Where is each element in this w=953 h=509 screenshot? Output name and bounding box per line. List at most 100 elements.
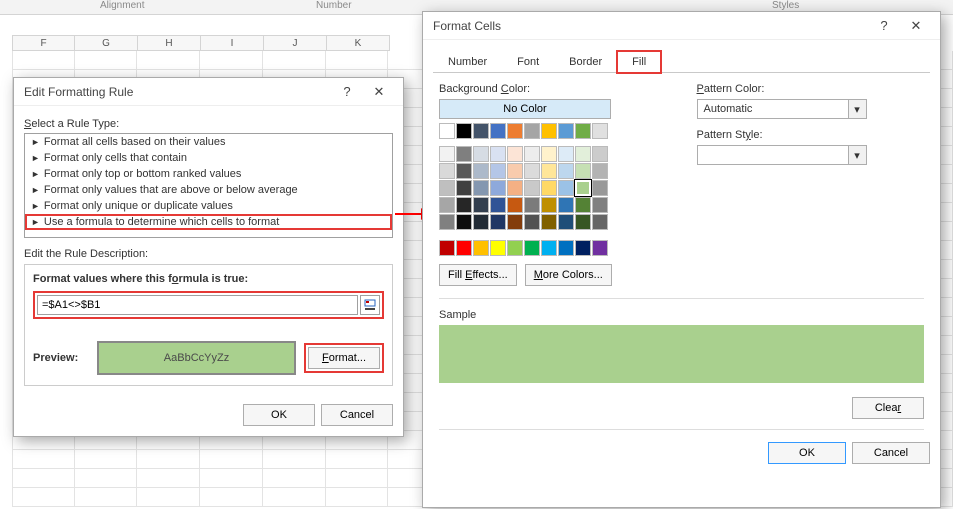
color-swatch[interactable]	[558, 163, 574, 179]
color-swatch[interactable]	[507, 146, 523, 162]
color-swatch[interactable]	[541, 163, 557, 179]
help-icon[interactable]: ?	[333, 79, 361, 105]
color-swatch[interactable]	[507, 214, 523, 230]
color-swatch[interactable]	[575, 214, 591, 230]
color-swatch[interactable]	[575, 180, 591, 196]
color-swatch[interactable]	[558, 214, 574, 230]
color-swatch[interactable]	[473, 123, 489, 139]
color-swatch[interactable]	[473, 180, 489, 196]
rule-type-item[interactable]: ►Format only values that are above or be…	[25, 182, 392, 198]
collapse-dialog-icon[interactable]	[360, 295, 380, 315]
color-swatch[interactable]	[439, 146, 455, 162]
color-swatch[interactable]	[558, 197, 574, 213]
color-swatch[interactable]	[541, 146, 557, 162]
color-swatch[interactable]	[456, 163, 472, 179]
color-swatch[interactable]	[541, 240, 557, 256]
color-swatch[interactable]	[439, 180, 455, 196]
color-swatch[interactable]	[490, 240, 506, 256]
format-button[interactable]: Format...	[308, 347, 380, 369]
color-swatch[interactable]	[592, 180, 608, 196]
column-header-I[interactable]: I	[201, 35, 264, 51]
color-swatch[interactable]	[558, 123, 574, 139]
cancel-button[interactable]: Cancel	[321, 404, 393, 426]
color-swatch[interactable]	[439, 197, 455, 213]
color-swatch[interactable]	[439, 240, 455, 256]
color-swatch[interactable]	[592, 146, 608, 162]
color-swatch[interactable]	[456, 240, 472, 256]
color-swatch[interactable]	[575, 146, 591, 162]
color-swatch[interactable]	[473, 146, 489, 162]
tab-font[interactable]: Font	[502, 51, 554, 73]
color-swatch[interactable]	[507, 240, 523, 256]
color-swatch[interactable]	[541, 214, 557, 230]
color-swatch[interactable]	[592, 123, 608, 139]
color-swatch[interactable]	[575, 123, 591, 139]
color-swatch[interactable]	[456, 180, 472, 196]
fc-titlebar[interactable]: Format Cells ? ✕	[423, 12, 940, 40]
fill-effects-button[interactable]: Fill Effects...	[439, 264, 517, 286]
no-color-button[interactable]: No Color	[439, 99, 611, 119]
color-swatch[interactable]	[473, 214, 489, 230]
color-swatch[interactable]	[507, 180, 523, 196]
column-header-H[interactable]: H	[138, 35, 201, 51]
more-colors-button[interactable]: More Colors...	[525, 264, 612, 286]
column-header-G[interactable]: G	[75, 35, 138, 51]
ok-button[interactable]: OK	[243, 404, 315, 426]
rule-type-item[interactable]: ►Format only top or bottom ranked values	[25, 166, 392, 182]
rule-type-list[interactable]: ►Format all cells based on their values …	[24, 133, 393, 238]
close-icon[interactable]: ✕	[898, 13, 934, 39]
color-swatch[interactable]	[558, 146, 574, 162]
tab-number[interactable]: Number	[433, 51, 502, 73]
color-swatch[interactable]	[473, 163, 489, 179]
color-swatch[interactable]	[558, 180, 574, 196]
clear-button[interactable]: Clear	[852, 397, 924, 419]
color-swatch[interactable]	[456, 123, 472, 139]
color-swatch[interactable]	[592, 163, 608, 179]
color-swatch[interactable]	[524, 123, 540, 139]
formula-input[interactable]	[37, 295, 358, 315]
color-swatch[interactable]	[490, 163, 506, 179]
color-swatch[interactable]	[490, 197, 506, 213]
color-swatch[interactable]	[524, 146, 540, 162]
color-swatch[interactable]	[558, 240, 574, 256]
color-swatch[interactable]	[524, 214, 540, 230]
column-header-K[interactable]: K	[327, 35, 390, 51]
color-swatch[interactable]	[439, 123, 455, 139]
color-swatch[interactable]	[541, 180, 557, 196]
color-swatch[interactable]	[575, 163, 591, 179]
tab-border[interactable]: Border	[554, 51, 617, 73]
ok-button[interactable]: OK	[768, 442, 846, 464]
color-swatch[interactable]	[439, 163, 455, 179]
column-header-F[interactable]: F	[12, 35, 75, 51]
color-swatch[interactable]	[490, 123, 506, 139]
color-swatch[interactable]	[490, 146, 506, 162]
color-swatch[interactable]	[507, 123, 523, 139]
pattern-color-combo[interactable]: Automatic ▾	[697, 99, 867, 119]
color-swatch[interactable]	[592, 197, 608, 213]
close-icon[interactable]: ✕	[361, 79, 397, 105]
color-swatch[interactable]	[575, 240, 591, 256]
color-swatch[interactable]	[490, 180, 506, 196]
color-swatch[interactable]	[524, 163, 540, 179]
rule-type-item-selected[interactable]: ►Use a formula to determine which cells …	[25, 214, 392, 230]
color-swatch[interactable]	[507, 163, 523, 179]
efr-titlebar[interactable]: Edit Formatting Rule ? ✕	[14, 78, 403, 106]
color-swatch[interactable]	[524, 197, 540, 213]
color-swatch[interactable]	[524, 180, 540, 196]
color-swatch[interactable]	[456, 214, 472, 230]
color-swatch[interactable]	[592, 214, 608, 230]
color-swatch[interactable]	[541, 123, 557, 139]
color-swatch[interactable]	[456, 197, 472, 213]
rule-type-item[interactable]: ►Format all cells based on their values	[25, 134, 392, 150]
help-icon[interactable]: ?	[870, 13, 898, 39]
tab-fill[interactable]: Fill	[617, 51, 661, 73]
color-swatch[interactable]	[507, 197, 523, 213]
rule-type-item[interactable]: ►Format only cells that contain	[25, 150, 392, 166]
color-swatch[interactable]	[524, 240, 540, 256]
color-swatch[interactable]	[592, 240, 608, 256]
column-header-J[interactable]: J	[264, 35, 327, 51]
color-swatch[interactable]	[473, 240, 489, 256]
color-swatch[interactable]	[490, 214, 506, 230]
color-swatch[interactable]	[439, 214, 455, 230]
color-swatch[interactable]	[473, 197, 489, 213]
